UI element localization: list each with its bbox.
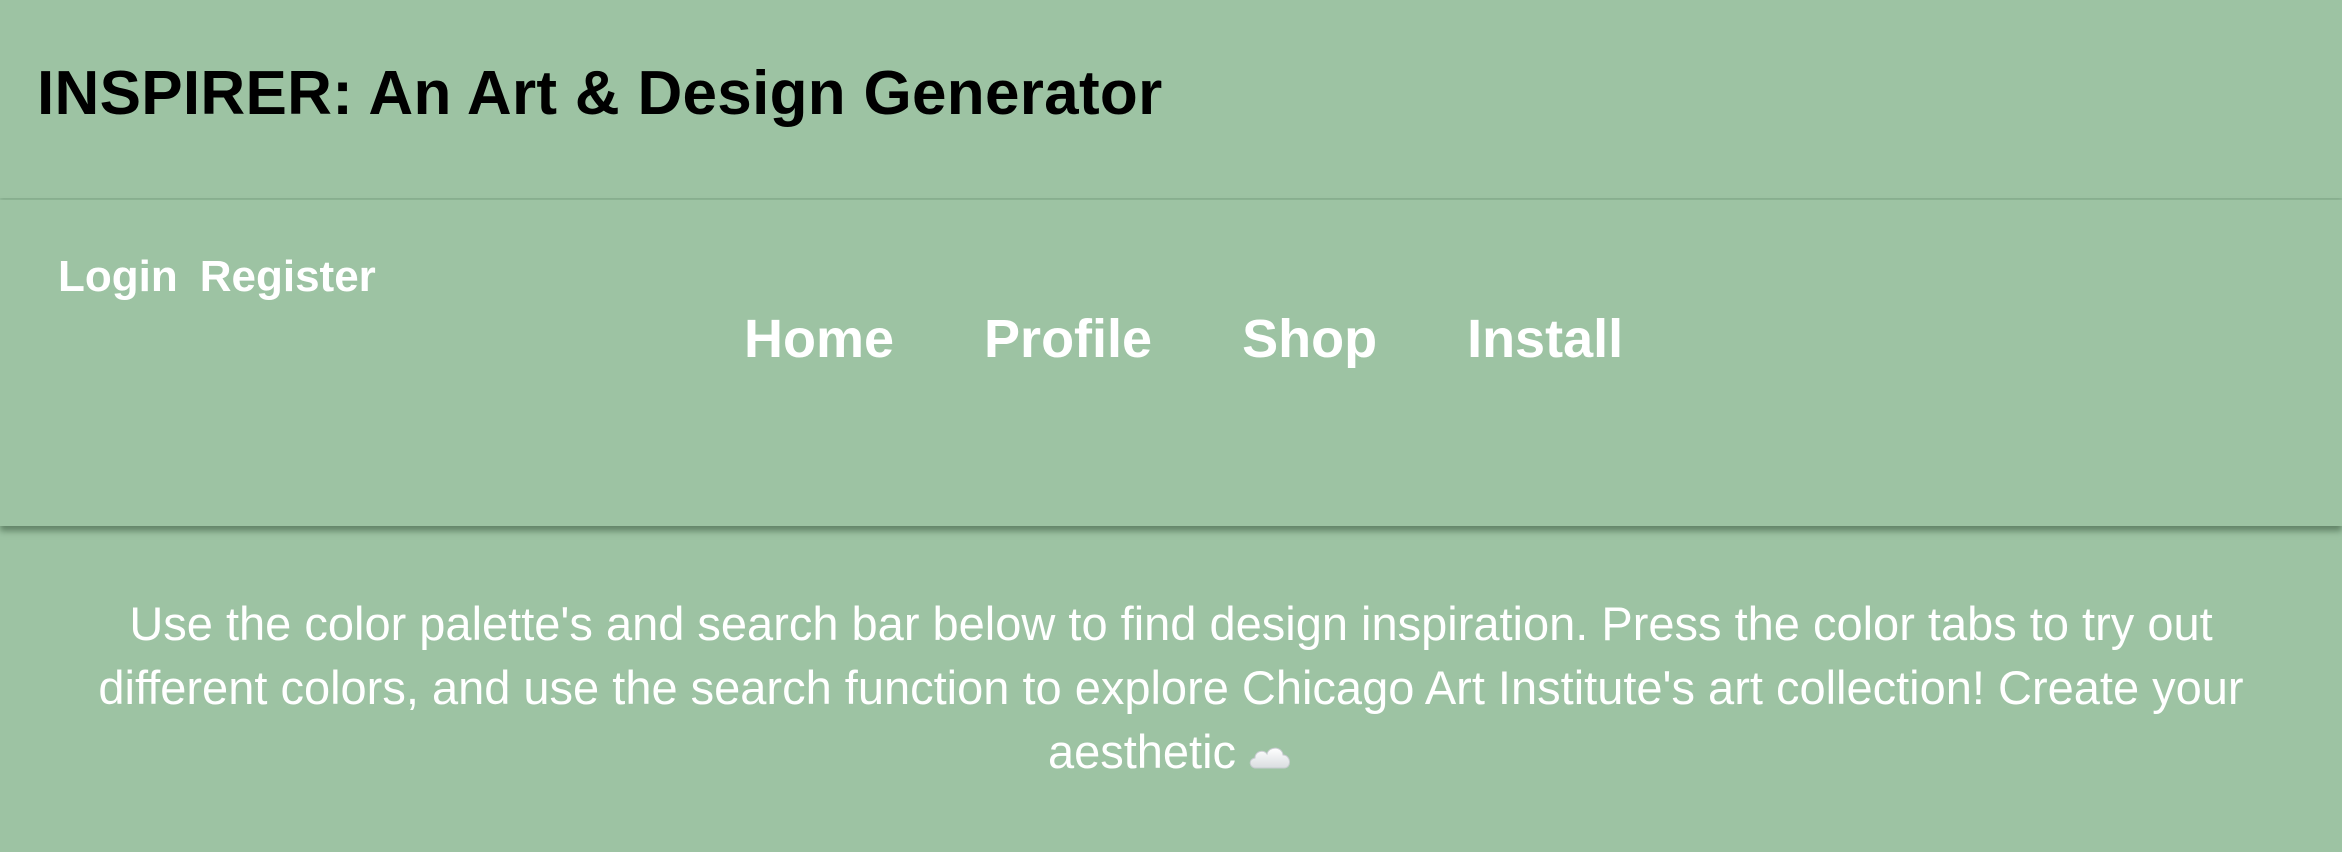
- nav-shop-link[interactable]: Shop: [1242, 308, 1377, 370]
- login-link[interactable]: Login: [58, 252, 178, 302]
- app-title: INSPIRER: An Art & Design Generator: [37, 59, 1163, 128]
- intro-text: Use the color palette's and search bar b…: [98, 597, 2244, 778]
- register-link[interactable]: Register: [200, 252, 376, 302]
- nav-panel: Login Register Home Profile Shop Install: [0, 200, 2342, 526]
- nav-home-link[interactable]: Home: [744, 308, 894, 370]
- auth-links: Login Register: [58, 252, 376, 302]
- nav-profile-link[interactable]: Profile: [984, 308, 1152, 370]
- intro-paragraph: Use the color palette's and search bar b…: [60, 592, 2282, 784]
- nav-install-link[interactable]: Install: [1467, 308, 1623, 370]
- title-bar: INSPIRER: An Art & Design Generator: [0, 0, 2342, 198]
- cloud-icon: [1246, 741, 1294, 771]
- main-nav: Home Profile Shop Install: [744, 308, 1623, 370]
